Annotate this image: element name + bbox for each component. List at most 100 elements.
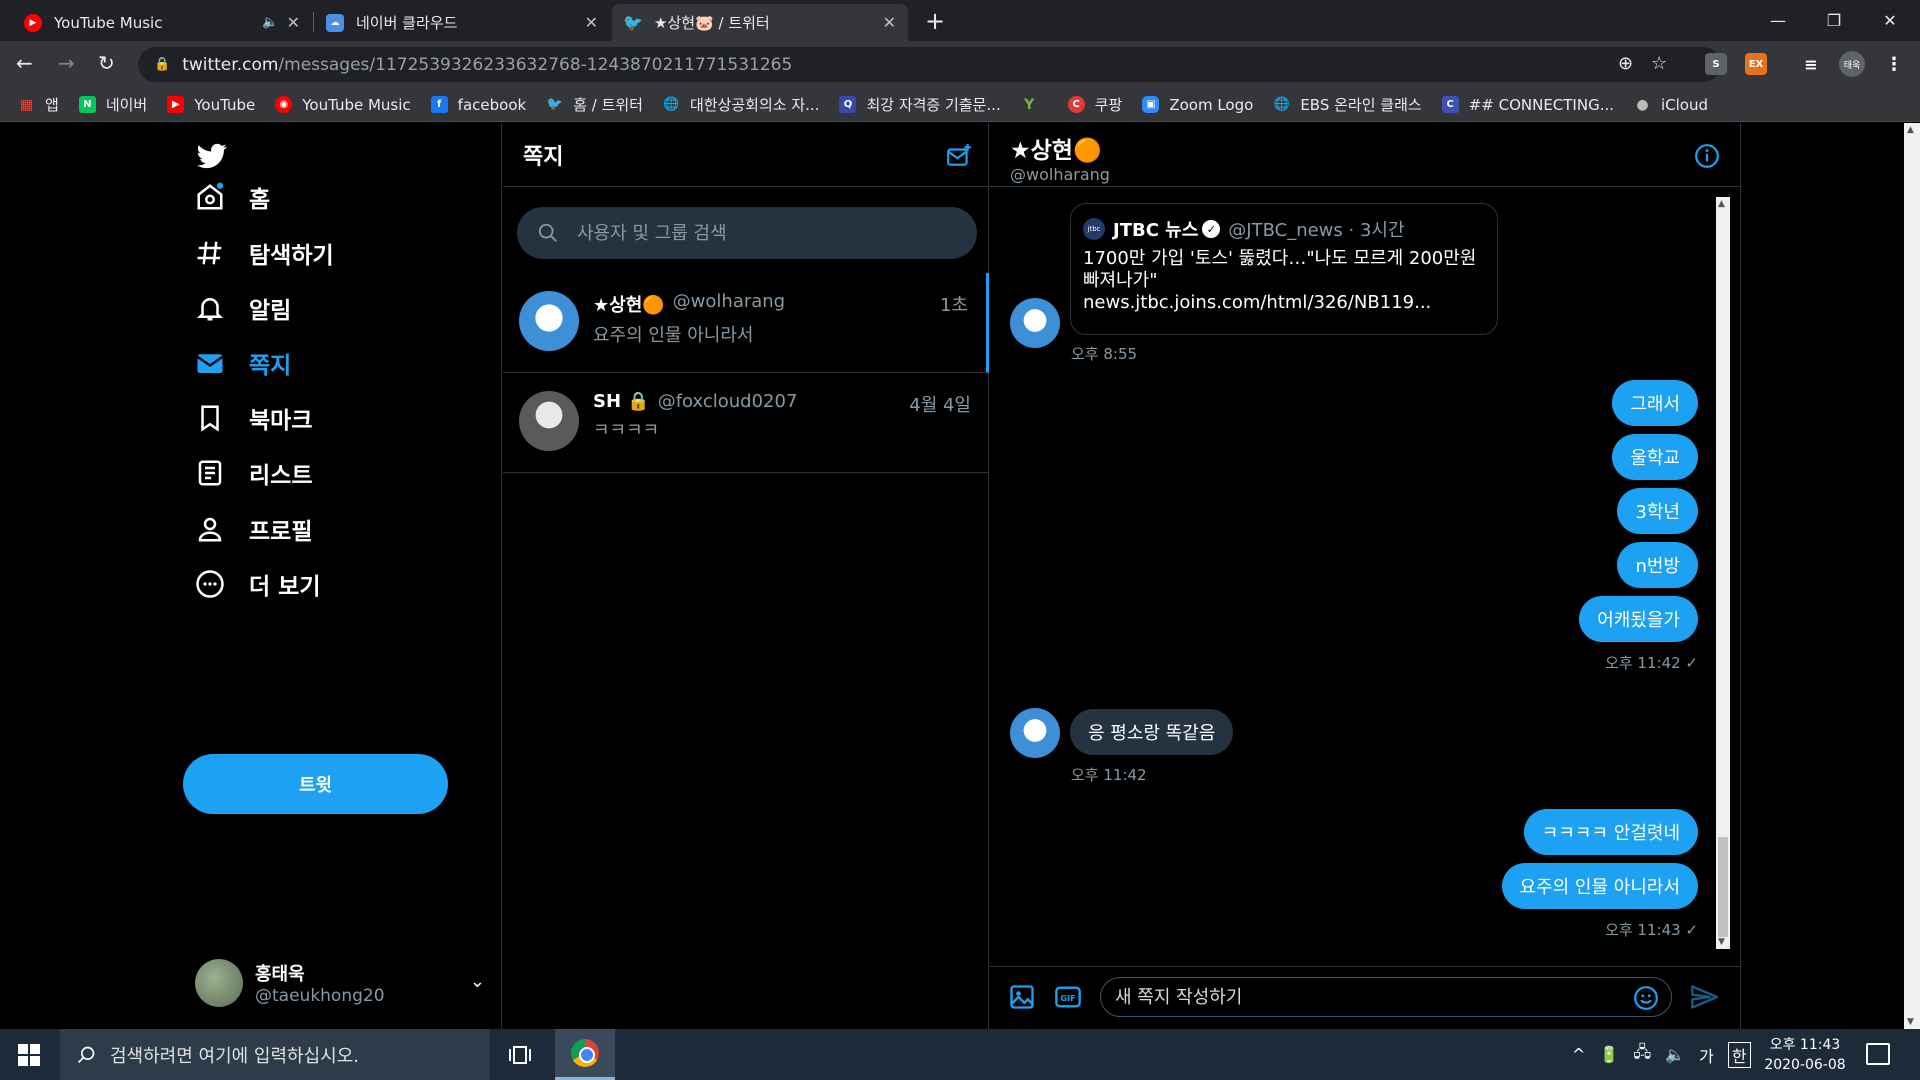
volume-icon[interactable]: 🔈 bbox=[1665, 1045, 1685, 1064]
tab-youtube-music[interactable]: ▶ YouTube Music 🔈 ✕ bbox=[12, 4, 312, 41]
nav-lists[interactable]: 리스트 bbox=[195, 456, 312, 490]
restore-button[interactable]: ❐ bbox=[1806, 0, 1862, 41]
speaker-icon[interactable]: 🔈 bbox=[262, 15, 278, 30]
profile-avatar[interactable]: 태욱 bbox=[1839, 51, 1865, 77]
scroll-down-arrow-icon[interactable]: ▼ bbox=[1718, 937, 1725, 947]
taskbar-clock[interactable]: 오후 11:43 2020-06-08 bbox=[1760, 1035, 1850, 1075]
scroll-up-arrow-icon[interactable]: ▲ bbox=[1718, 199, 1725, 209]
menu-kebab-icon[interactable]: ⋮ bbox=[1883, 53, 1905, 75]
ime-hangul-indicator[interactable]: 한 bbox=[1727, 1041, 1751, 1068]
sent-message[interactable]: 울학교 bbox=[1612, 434, 1698, 480]
network-icon[interactable]: 🖧 bbox=[1633, 1041, 1651, 1068]
forward-button[interactable]: → bbox=[58, 51, 75, 75]
dm-search[interactable] bbox=[517, 207, 977, 259]
new-tab-button[interactable]: + bbox=[925, 7, 945, 35]
windows-start-icon[interactable] bbox=[18, 1044, 40, 1066]
media-control-icon[interactable]: ≡ bbox=[1800, 53, 1822, 75]
conversation-handle: @foxcloud0207 bbox=[657, 391, 798, 412]
bookmark-coupang[interactable]: C 쿠팡 bbox=[1067, 94, 1122, 115]
dm-search-input[interactable] bbox=[577, 222, 957, 244]
nav-explore[interactable]: 탐색하기 bbox=[195, 236, 334, 270]
shared-tweet-card[interactable]: jtbc JTBC 뉴스 ✓ @JTBC_news · 3시간 1700만 가입… bbox=[1070, 203, 1498, 335]
conversation-handle: @wolharang bbox=[672, 291, 786, 312]
bookmark-naver[interactable]: N 네이버 bbox=[78, 94, 147, 115]
add-shortcut-icon[interactable]: ⊕ bbox=[1618, 53, 1633, 74]
message-composer: GIF bbox=[990, 966, 1740, 1029]
scroll-down-arrow-icon[interactable]: ▼ bbox=[1907, 1017, 1914, 1027]
message-input[interactable] bbox=[1115, 986, 1615, 1008]
bookmark-twitter-home[interactable]: 🐦 홈 / 트위터 bbox=[546, 94, 643, 115]
tab-close-icon[interactable]: ✕ bbox=[883, 13, 896, 32]
sent-message[interactable]: 3학년 bbox=[1617, 488, 1698, 534]
extension-s-icon[interactable]: S bbox=[1705, 53, 1727, 75]
twitter-bird-icon: 🐦 bbox=[546, 97, 563, 112]
tab-naver-cloud[interactable]: ☁ 네이버 클라우드 ✕ bbox=[314, 4, 610, 41]
sent-message[interactable]: n번방 bbox=[1617, 542, 1698, 588]
received-message[interactable]: 응 평소랑 똑같음 bbox=[1070, 709, 1234, 755]
bookmark-apps[interactable]: ▦ 앱 bbox=[18, 94, 59, 115]
sent-message[interactable]: 그래서 bbox=[1612, 380, 1698, 426]
conversation-preview: ㅋㅋㅋㅋ bbox=[593, 420, 660, 441]
battery-icon[interactable]: 🔋 bbox=[1599, 1045, 1619, 1064]
reload-button[interactable]: ↻ bbox=[98, 51, 115, 75]
minimize-button[interactable]: — bbox=[1750, 0, 1806, 41]
avatar[interactable] bbox=[1010, 298, 1060, 348]
chevron-down-icon: ⌄ bbox=[469, 971, 485, 992]
bookmark-y[interactable]: Y bbox=[1021, 96, 1048, 113]
scroll-up-arrow-icon[interactable]: ▲ bbox=[1907, 125, 1914, 135]
thread-scrollbar[interactable]: ▲ ▼ bbox=[1716, 197, 1730, 949]
twitter-logo-icon[interactable] bbox=[195, 141, 229, 171]
tray-expand-icon[interactable]: ^ bbox=[1572, 1045, 1585, 1064]
nav-messages[interactable]: 쪽지 bbox=[195, 346, 291, 380]
scrollbar-thumb[interactable] bbox=[1718, 837, 1728, 937]
sent-message[interactable]: ㅋㅋㅋㅋ 안걸렷네 bbox=[1523, 809, 1698, 855]
bookmark-star-icon[interactable]: ☆ bbox=[1651, 53, 1667, 74]
sent-message[interactable]: 어캐됬을가 bbox=[1579, 596, 1698, 642]
account-switcher[interactable]: 홍태욱 @taeukhong20 ⌄ bbox=[195, 955, 485, 1011]
nav-home[interactable]: 홈 bbox=[195, 180, 270, 214]
tab-close-icon[interactable]: ✕ bbox=[287, 13, 300, 32]
conversation-item[interactable]: ★상현🟠 @wolharang 요주의 인물 아니라서 1초 bbox=[503, 273, 989, 373]
bookmark-facebook[interactable]: f facebook bbox=[430, 96, 526, 114]
message-field[interactable] bbox=[1100, 977, 1672, 1017]
tab-twitter-active[interactable]: 🐦 ★상현🐷 / 트위터 ✕ bbox=[612, 4, 908, 41]
nav-bookmarks[interactable]: 북마크 bbox=[195, 401, 312, 435]
nav-profile[interactable]: 프로필 bbox=[195, 512, 312, 546]
image-icon[interactable] bbox=[1008, 983, 1036, 1011]
message-thread[interactable]: jtbc JTBC 뉴스 ✓ @JTBC_news · 3시간 1700만 가입… bbox=[990, 187, 1738, 965]
page-scrollbar[interactable]: ▲ ▼ bbox=[1904, 123, 1920, 1029]
youtube-music-icon: ▶ bbox=[24, 13, 42, 32]
bookmark-icloud[interactable]: ● iCloud bbox=[1634, 96, 1708, 114]
sent-message[interactable]: 요주의 인물 아니라서 bbox=[1501, 863, 1698, 909]
notification-center-icon[interactable] bbox=[1866, 1043, 1890, 1065]
close-window-button[interactable]: ✕ bbox=[1862, 0, 1918, 41]
task-view-button[interactable] bbox=[490, 1029, 550, 1080]
bookmark-connecting[interactable]: C ## CONNECTING... bbox=[1441, 96, 1614, 114]
input-mode-indicator[interactable]: 가 bbox=[1699, 1043, 1714, 1067]
extension-ex-icon[interactable]: EX bbox=[1745, 53, 1767, 75]
tab-title: YouTube Music bbox=[54, 13, 163, 32]
nav-notifications[interactable]: 알림 bbox=[195, 291, 291, 325]
youtube-music-icon: ◉ bbox=[275, 96, 293, 113]
send-icon[interactable] bbox=[1690, 983, 1718, 1011]
bookmark-zoom[interactable]: ▣ Zoom Logo bbox=[1142, 96, 1253, 114]
taskbar-search-box[interactable]: 검색하려면 여기에 입력하십시오. bbox=[60, 1029, 490, 1080]
new-message-icon[interactable] bbox=[946, 143, 972, 169]
taskbar-chrome[interactable] bbox=[555, 1029, 615, 1080]
bookmark-certificate[interactable]: Q 최강 자격증 기출문... bbox=[839, 94, 1001, 115]
tab-close-icon[interactable]: ✕ bbox=[585, 13, 598, 32]
bookmark-youtube[interactable]: ▶ YouTube bbox=[167, 96, 255, 114]
address-bar[interactable]: 🔒 twitter.com/messages/11725393262336327… bbox=[138, 47, 1721, 82]
gif-icon[interactable]: GIF bbox=[1054, 983, 1082, 1011]
tweet-button[interactable]: 트윗 bbox=[183, 754, 448, 814]
tweet-link[interactable]: news.jtbc.joins.com/html/326/NB119... bbox=[1083, 292, 1485, 314]
emoji-icon[interactable] bbox=[1633, 985, 1659, 1011]
back-button[interactable]: ← bbox=[16, 51, 33, 75]
conversation-item[interactable]: SH 🔒 @foxcloud0207 ㅋㅋㅋㅋ 4월 4일 bbox=[503, 373, 989, 473]
bookmark-youtube-music[interactable]: ◉ YouTube Music bbox=[275, 96, 411, 114]
avatar[interactable] bbox=[1010, 708, 1060, 758]
info-icon[interactable] bbox=[1694, 143, 1720, 169]
bookmark-ebs[interactable]: 🌐 EBS 온라인 클래스 bbox=[1273, 94, 1422, 115]
bookmark-korcham[interactable]: 🌐 대한상공회의소 자... bbox=[663, 94, 819, 115]
nav-more[interactable]: 더 보기 bbox=[195, 567, 321, 601]
